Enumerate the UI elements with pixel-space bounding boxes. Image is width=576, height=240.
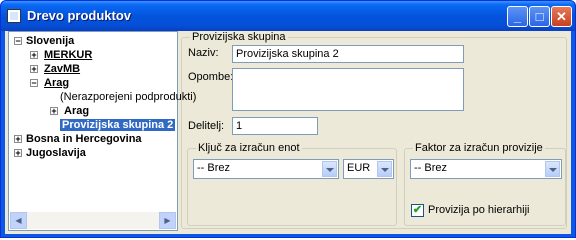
tree-item-label: Slovenija <box>26 35 75 47</box>
tree-item-label: Arag <box>44 77 70 89</box>
tree-item-provizijska-skupina-2[interactable]: Provizijska skupina 2 <box>13 118 176 132</box>
delitelj-label: Delitelj: <box>188 120 225 132</box>
tree-item-label: ZavMB <box>44 63 81 75</box>
collapse-icon[interactable]: − <box>30 79 38 88</box>
provizijska-skupina-group: Provizijska skupina Naziv: Provizijska s… <box>181 31 567 229</box>
tree-item-arag-sub[interactable]: + Arag <box>13 104 89 118</box>
tree-item-label: Jugoslavija <box>26 147 86 159</box>
naziv-label: Naziv: <box>188 47 219 59</box>
collapse-icon[interactable]: − <box>14 37 22 46</box>
tree-item-label: Arag <box>64 105 90 117</box>
tree-item-jugoslavija[interactable]: + Jugoslavija <box>13 146 86 160</box>
chevron-down-icon[interactable] <box>322 161 337 177</box>
chevron-down-icon[interactable] <box>377 161 392 177</box>
faktor-select[interactable]: -- Brez <box>410 159 562 179</box>
tree-item-label: (Nerazporejeni podprodukti) <box>60 91 197 103</box>
group-title: Provizijska skupina <box>190 31 288 43</box>
delitelj-input[interactable]: 1 <box>232 117 318 135</box>
tree-item-bosna[interactable]: + Bosna in Hercegovina <box>13 132 142 146</box>
scroll-left-icon[interactable]: ◀ <box>10 212 27 229</box>
faktor-group-title: Faktor za izračun provizije <box>413 142 545 154</box>
kljuc-group-title: Ključ za izračun enot <box>196 142 302 154</box>
close-button[interactable]: ✕ <box>551 6 572 27</box>
tree-item-slovenija[interactable]: − Slovenija <box>13 34 74 48</box>
tree-item-label: Provizijska skupina 2 <box>60 119 176 131</box>
kljuc-select-value: -- Brez <box>197 162 230 174</box>
tree-item-zavmb[interactable]: + ZavMB <box>13 62 80 76</box>
tree-item-nerazporejeni[interactable]: (Nerazporejeni podprodukti) <box>13 90 196 104</box>
faktor-group: Faktor za izračun provizije -- Brez ✔ Pr… <box>404 142 566 226</box>
expand-icon[interactable]: + <box>14 149 22 158</box>
chevron-down-icon[interactable] <box>545 161 560 177</box>
faktor-select-value: -- Brez <box>414 162 447 174</box>
client-area: − Slovenija + MERKUR + ZavMB − Arag (Ner… <box>5 31 571 234</box>
tree-item-label: MERKUR <box>44 49 93 61</box>
scroll-right-icon[interactable]: ▶ <box>159 212 176 229</box>
tree-item-arag[interactable]: − Arag <box>13 76 69 90</box>
opombe-textarea[interactable] <box>232 68 464 111</box>
provizija-checkbox[interactable]: ✔ <box>411 204 424 217</box>
minimize-button[interactable]: _ <box>507 6 528 27</box>
expand-icon[interactable]: + <box>30 65 38 74</box>
title-bar[interactable]: Drevo produktov _ □ ✕ <box>1 1 575 31</box>
expand-icon[interactable]: + <box>50 107 58 116</box>
currency-select-value: EUR <box>347 162 371 174</box>
app-icon <box>7 9 21 23</box>
provizija-checkbox-label[interactable]: Provizija po hierarhiji <box>428 204 530 216</box>
horizontal-scrollbar[interactable]: ◀ ▶ <box>10 212 176 229</box>
product-tree[interactable]: − Slovenija + MERKUR + ZavMB − Arag (Ner… <box>8 31 196 231</box>
expand-icon[interactable]: + <box>30 51 38 60</box>
tree-item-label: Bosna in Hercegovina <box>26 133 142 145</box>
kljuc-group: Ključ za izračun enot -- Brez EUR <box>187 142 397 226</box>
details-panel: Provizijska skupina Naziv: Provizijska s… <box>181 31 569 231</box>
app-window: Drevo produktov _ □ ✕ − Slovenija + MERK… <box>0 0 576 238</box>
window-title: Drevo produktov <box>27 8 132 23</box>
tree-item-merkur[interactable]: + MERKUR <box>13 48 92 62</box>
currency-select[interactable]: EUR <box>343 159 394 179</box>
kljuc-select[interactable]: -- Brez <box>193 159 339 179</box>
expand-icon[interactable]: + <box>14 135 22 144</box>
naziv-input[interactable]: Provizijska skupina 2 <box>232 45 464 63</box>
opombe-label: Opombe: <box>188 71 234 83</box>
maximize-button[interactable]: □ <box>529 6 550 27</box>
